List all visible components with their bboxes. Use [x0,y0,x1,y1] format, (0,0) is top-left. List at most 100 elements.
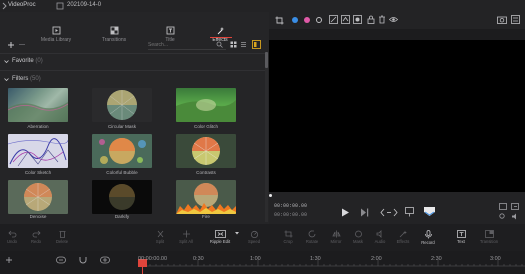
settings-icon[interactable] [511,15,520,24]
current-timecode: 00:00:00.00 [274,203,308,209]
tool-label: Ripple Edit [209,239,231,244]
effect-thumbnail-colorful-bubble[interactable] [92,134,152,168]
record-button[interactable]: Record [416,230,440,245]
dropdown-arrow-icon[interactable] [235,232,239,235]
text-button[interactable]: Text [449,230,473,244]
lock-icon[interactable] [367,15,375,24]
color-marker-blue[interactable] [292,17,298,23]
effect-label: Color Sketch [24,170,52,175]
split-button[interactable]: Split [148,230,172,244]
scrubber-handle[interactable] [269,194,272,197]
title-icon [166,26,174,35]
bookmark-icon[interactable] [423,206,436,217]
add-icon[interactable] [7,41,15,49]
tool-label: Split [155,239,165,244]
ruler-label: 2:30 [431,256,442,262]
effect-thumbnail-circular-mask[interactable] [92,88,152,122]
mark-in-out-icon[interactable] [380,208,398,217]
tool-label: Text [457,239,465,244]
favorite-section[interactable]: Favorite (0) [12,58,43,64]
fit-timeline-icon[interactable] [100,256,110,264]
effect-thumbnail-fire[interactable] [176,180,236,214]
title-bar: VideoProc 202109-14-0 [0,0,525,12]
delete-button[interactable]: Delete [50,230,74,244]
panel-toggle-icon[interactable] [252,40,261,49]
tool-label: Mirror [330,239,342,244]
speed-button[interactable]: Speed [242,230,266,244]
shape-tool-icon[interactable] [353,15,362,24]
crop-icon[interactable] [275,16,284,25]
tool-label: Split All [179,239,193,244]
search-input[interactable] [148,40,218,49]
ruler-label: 3:00 [490,256,501,262]
list-view-icon[interactable] [240,41,247,48]
zoom-out-icon[interactable] [56,256,66,264]
effect-thumbnail-denoise[interactable] [8,180,68,214]
tool-label: Speed [247,239,261,244]
ruler-label: 00:00:00.00 [138,256,168,262]
tool-label: Transition [479,239,499,244]
video-preview[interactable] [269,40,525,192]
visibility-icon[interactable] [389,15,398,24]
add-track-icon[interactable] [5,256,13,264]
effect-label: Circular Mask [107,124,137,129]
favorite-count: (0) [35,58,43,64]
snapshot-icon[interactable] [497,15,507,24]
magnet-icon[interactable] [78,256,88,264]
remove-icon[interactable] [19,44,25,45]
transition-button[interactable]: Transition [474,230,504,244]
tab-transitions[interactable]: Transitions [84,26,144,43]
effects-button[interactable]: Effects [391,230,415,244]
effect-thumbnail-aberration[interactable] [8,88,68,122]
tool-label: Rotate [305,239,319,244]
search-icon[interactable] [216,41,223,48]
crop-button[interactable]: Crop [276,230,300,244]
fullscreen-icon[interactable] [499,203,507,210]
collapse-arrow-icon[interactable] [4,77,9,82]
delete-icon[interactable] [378,15,386,24]
grid-view-icon[interactable] [230,41,237,48]
tab-media-library[interactable]: Media Library [26,26,86,43]
volume-icon[interactable] [511,213,519,220]
effect-label: Colorful Bubble [106,170,138,175]
tool-label: Crop [283,239,293,244]
effect-label: Fire [202,214,210,219]
effect-label: Contrasts [196,170,216,175]
tool-label: Audio [374,239,386,244]
color-marker-pink[interactable] [304,17,310,23]
divider [0,53,266,54]
effect-thumbnail-color-glitch[interactable] [176,88,236,122]
audio-button[interactable]: Audio [368,230,392,244]
filters-section[interactable]: Filters (50) [12,76,41,82]
play-icon[interactable] [341,208,350,217]
detach-icon[interactable] [511,203,519,210]
search-box[interactable] [148,40,226,50]
zoom-icon[interactable] [499,213,507,220]
color-marker-white[interactable] [316,17,322,23]
next-frame-icon[interactable] [360,208,369,217]
collapse-arrow-icon[interactable] [4,59,9,64]
draw-tool-icon[interactable] [341,15,350,24]
effect-label: Denoise [29,214,47,219]
tool-label: Redo [30,239,41,244]
effect-thumbnail-darkify[interactable] [92,180,152,214]
tool-label: Record [421,240,435,245]
effect-thumbnail-contrasts[interactable] [176,134,236,168]
redo-button[interactable]: Redo [24,230,48,244]
ruler-label: 1:30 [310,256,321,262]
mask-button[interactable]: Mask [346,230,370,244]
scrollbar-thumb[interactable] [265,52,268,68]
split-marker-icon[interactable] [405,207,414,217]
tool-label: Delete [55,239,69,244]
ripple-edit-button[interactable]: Ripple Edit [205,230,235,244]
rotate-button[interactable]: Rotate [300,230,324,244]
scrollbar-track[interactable] [265,52,268,222]
mask-tool-icon[interactable] [329,15,338,24]
effect-thumbnail-color-sketch[interactable] [8,134,68,168]
menu-icon[interactable] [2,2,7,10]
effect-label: Aberration [27,124,49,129]
split-all-button[interactable]: Split All [174,230,198,244]
effect-label: Color Glitch [194,124,218,129]
undo-button[interactable]: Undo [0,230,24,244]
mirror-button[interactable]: Mirror [324,230,348,244]
